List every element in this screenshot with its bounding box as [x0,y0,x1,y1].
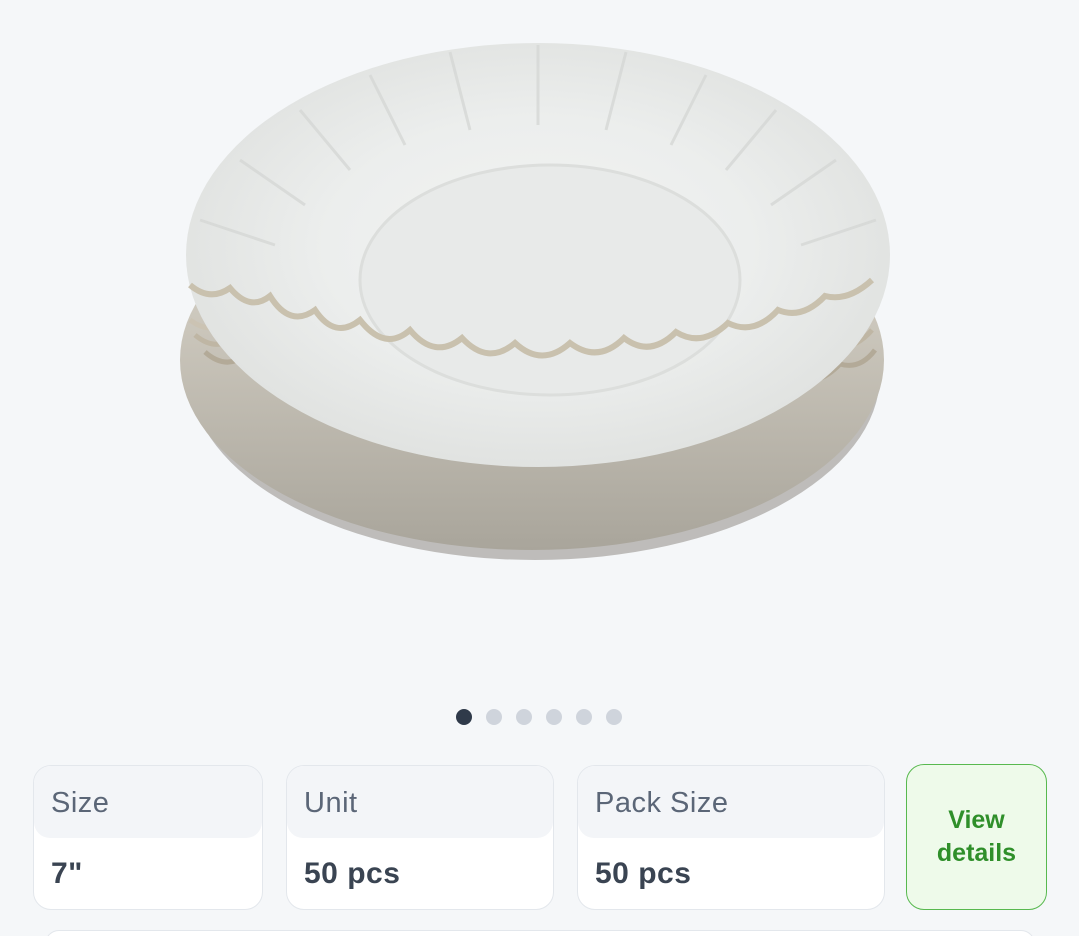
carousel-dot-2[interactable] [486,709,502,725]
unit-label: Unit [287,766,553,838]
pack-size-attribute-card: Pack Size 50 pcs [577,765,885,910]
size-value: 7" [51,857,83,890]
next-section-card [45,930,1035,936]
carousel-dot-1[interactable] [456,709,472,725]
carousel-dot-4[interactable] [546,709,562,725]
carousel-dot-3[interactable] [516,709,532,725]
product-page: Size 7" Unit 50 pcs Pack Size 50 pcs Vie… [0,0,1079,936]
carousel-dot-5[interactable] [576,709,592,725]
size-label: Size [34,766,262,838]
view-details-button[interactable]: View details [906,764,1047,910]
carousel-dot-6[interactable] [606,709,622,725]
carousel-indicator [456,709,622,725]
product-image-gallery[interactable] [0,0,1079,700]
size-attribute-card: Size 7" [33,765,263,910]
unit-value: 50 pcs [304,857,401,890]
pack-size-value: 50 pcs [595,857,692,890]
paper-plates-stack-image [180,43,890,560]
pack-size-label: Pack Size [578,766,884,838]
view-details-label: View details [936,806,1017,867]
unit-attribute-card: Unit 50 pcs [286,765,554,910]
